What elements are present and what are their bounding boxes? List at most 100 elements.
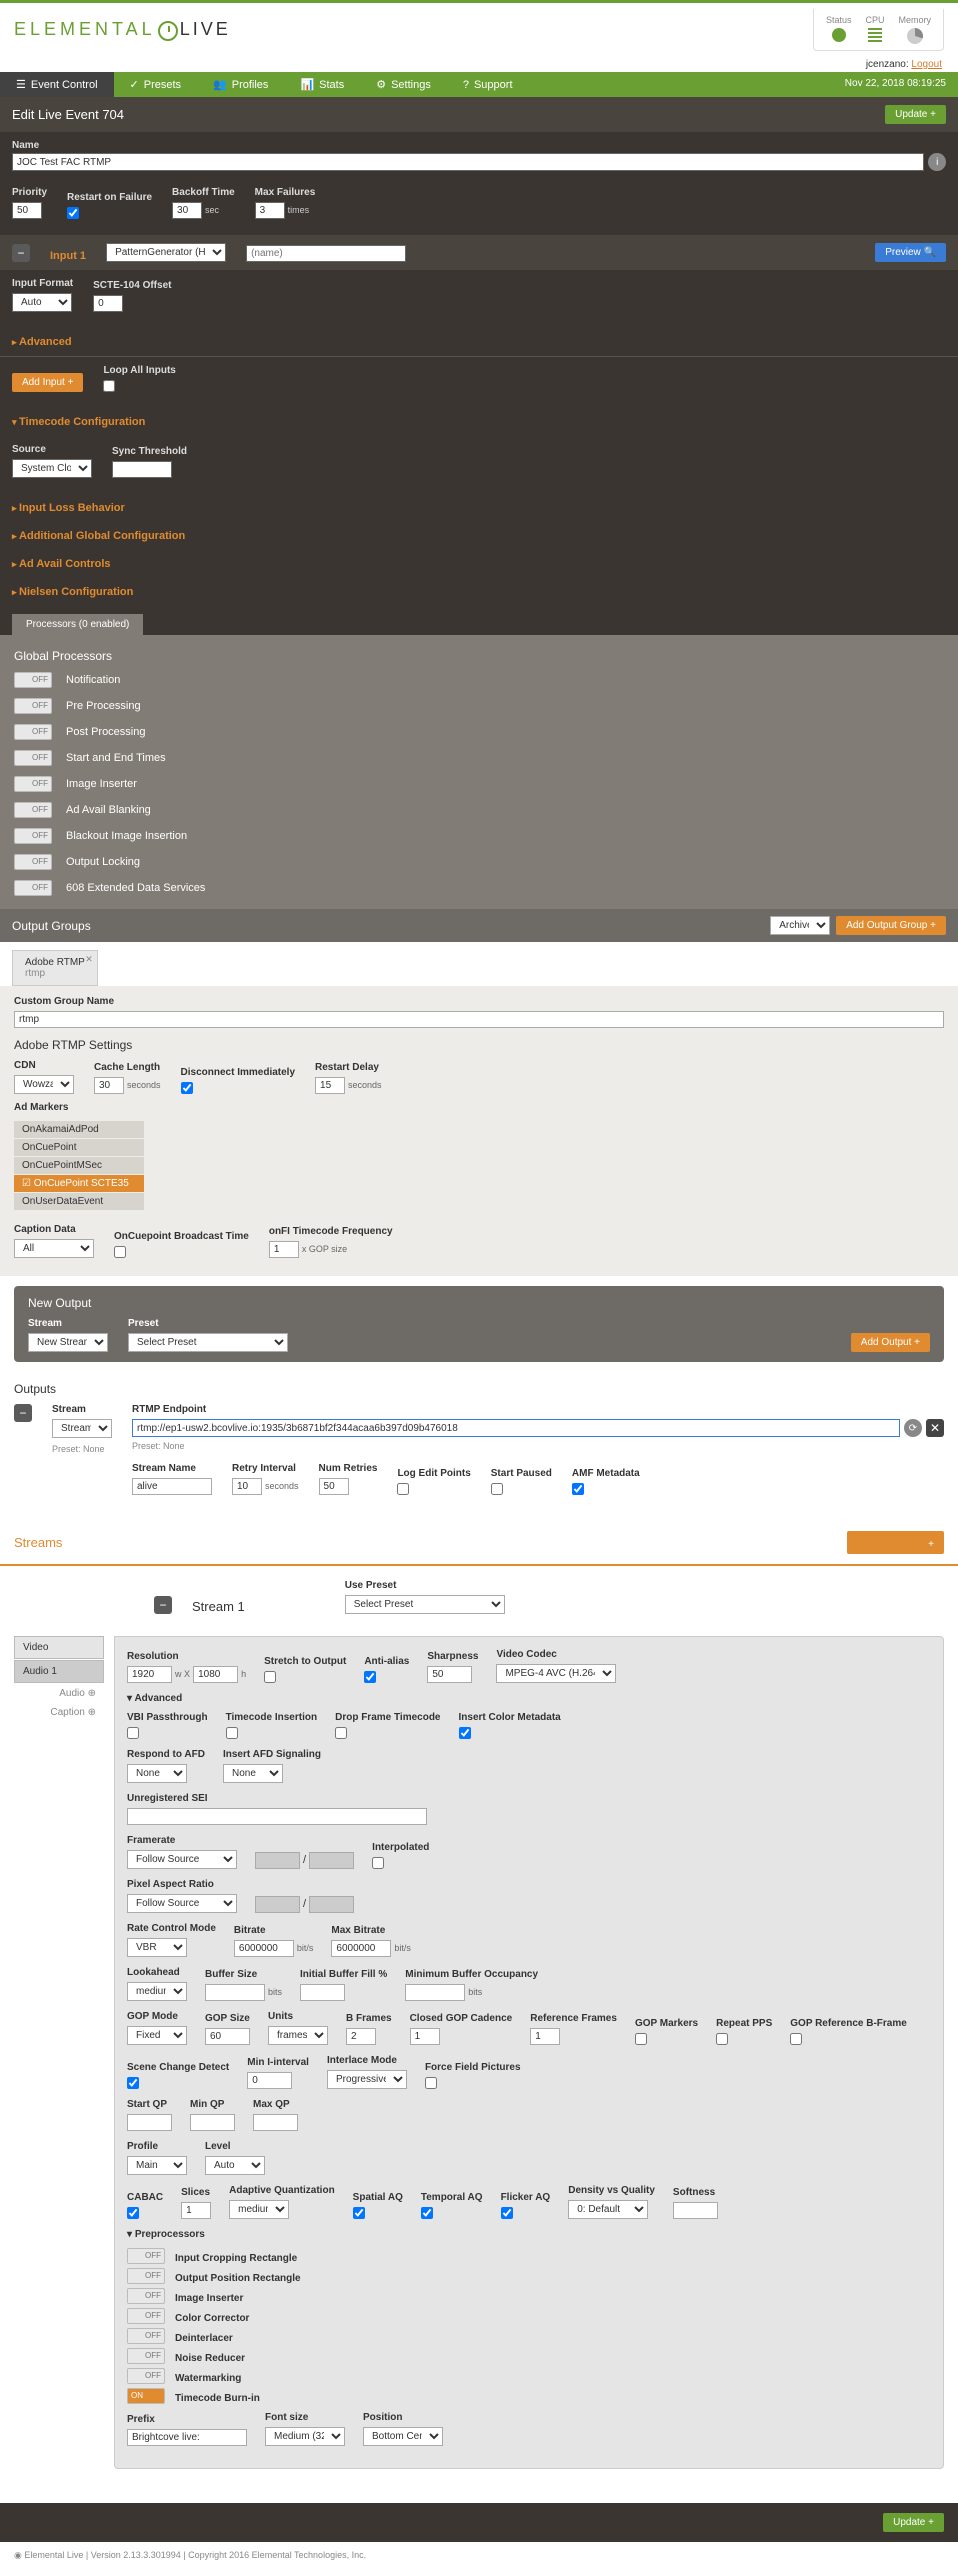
prefix-input[interactable]	[127, 2429, 247, 2446]
gopmode-select[interactable]: Fixed	[127, 2026, 187, 2045]
grbf-checkbox[interactable]	[790, 2033, 802, 2045]
tab-audio1[interactable]: Audio 1	[14, 1660, 104, 1683]
disconnect-checkbox[interactable]	[181, 1082, 193, 1094]
rafd-select[interactable]: None	[127, 1764, 187, 1783]
input-format-select[interactable]: Auto	[12, 293, 72, 312]
num-retries-input[interactable]	[319, 1478, 349, 1495]
tab-settings[interactable]: ⚙ Settings	[360, 72, 447, 97]
toggle-off[interactable]: OFF	[14, 802, 52, 818]
preprocessors-toggle[interactable]: Preprocessors	[127, 2229, 931, 2240]
advanced-video-toggle[interactable]: Advanced	[127, 1693, 931, 1704]
loop-checkbox[interactable]	[103, 380, 115, 392]
toggle-off[interactable]: OFF	[14, 828, 52, 844]
maxfail-input[interactable]	[255, 202, 285, 219]
ad-marker-option[interactable]: OnCuePoint	[14, 1139, 144, 1156]
og-type-select[interactable]: Archive	[770, 916, 830, 935]
collapse-input-icon[interactable]: −	[12, 244, 30, 262]
sp-checkbox[interactable]	[491, 1483, 503, 1495]
cabac-checkbox[interactable]	[127, 2207, 139, 2219]
scte-input[interactable]	[93, 295, 123, 312]
usei-input[interactable]	[127, 1808, 427, 1825]
add-output-button[interactable]: Add Output +	[851, 1333, 930, 1352]
ibf-input[interactable]	[300, 1984, 345, 2001]
tab-event-control[interactable]: ☰ Event Control	[0, 72, 114, 97]
backoff-input[interactable]	[172, 202, 202, 219]
res-h-input[interactable]	[193, 1666, 238, 1683]
cache-input[interactable]	[94, 1077, 124, 1094]
units-select[interactable]: frames	[268, 2026, 328, 2045]
retry-interval-input[interactable]	[232, 1478, 262, 1495]
profile-select[interactable]: Main	[127, 2156, 187, 2175]
tc-sync-input[interactable]	[112, 461, 172, 478]
slices-input[interactable]	[181, 2202, 211, 2219]
delete-icon[interactable]: ✕	[926, 1419, 944, 1437]
toggle-off[interactable]: OFF	[14, 854, 52, 870]
ad-marker-option[interactable]: OnUserDataEvent	[14, 1193, 144, 1210]
level-select[interactable]: Auto	[205, 2156, 265, 2175]
onfi-input[interactable]	[269, 1241, 299, 1258]
tci-checkbox[interactable]	[226, 1727, 238, 1739]
priority-input[interactable]	[12, 202, 42, 219]
input-loss-header[interactable]: Input Loss Behavior	[0, 494, 958, 522]
preview-button[interactable]: Preview 🔍	[875, 243, 946, 262]
faq-checkbox[interactable]	[501, 2207, 513, 2219]
input-source-select[interactable]: PatternGenerator (HD-S	[106, 243, 226, 262]
toggle-off[interactable]: OFF	[14, 880, 52, 896]
caption-data-select[interactable]: All	[14, 1239, 94, 1258]
newout-preset-select[interactable]: Select Preset	[128, 1333, 288, 1352]
softness-input[interactable]	[673, 2202, 718, 2219]
collapse-stream-icon[interactable]: −	[154, 1596, 172, 1614]
bufsize-input[interactable]	[205, 1984, 265, 2001]
dvq-select[interactable]: 0: Default	[568, 2200, 648, 2219]
name-input[interactable]	[12, 153, 924, 171]
rcm-select[interactable]: VBR	[127, 1938, 187, 1957]
preproc-toggle[interactable]: OFF	[127, 2308, 165, 2324]
ad-marker-option[interactable]: OnAkamaiAdPod	[14, 1121, 144, 1138]
add-stream-button[interactable]: Add Stream +	[847, 1531, 944, 1554]
aq-select[interactable]: medium	[229, 2200, 289, 2219]
icm-checkbox[interactable]	[459, 1727, 471, 1739]
scd-checkbox[interactable]	[127, 2077, 139, 2089]
custom-group-name-input[interactable]	[14, 1011, 944, 1028]
ad-marker-option[interactable]: OnCuePointMSec	[14, 1157, 144, 1174]
add-output-group-button[interactable]: Add Output Group +	[836, 916, 946, 935]
preproc-toggle[interactable]: OFF	[127, 2368, 165, 2384]
newout-stream-select[interactable]: New Stream	[28, 1333, 108, 1352]
close-icon[interactable]: ✕	[85, 954, 93, 965]
add-global-config-header[interactable]: Additional Global Configuration	[0, 522, 958, 550]
collapse-output-icon[interactable]: −	[14, 1404, 32, 1422]
input-name-field[interactable]	[246, 245, 406, 262]
res-w-input[interactable]	[127, 1666, 172, 1683]
output-stream-select[interactable]: Stream 1	[52, 1419, 112, 1438]
maxbitrate-input[interactable]	[331, 1940, 391, 1957]
gopsize-input[interactable]	[205, 2028, 250, 2045]
ad-avail-header[interactable]: Ad Avail Controls	[0, 550, 958, 578]
iafd-select[interactable]: None	[223, 1764, 283, 1783]
mii-input[interactable]	[247, 2072, 292, 2089]
rtmp-endpoint-input[interactable]	[132, 1419, 900, 1437]
timecode-config-header[interactable]: Timecode Configuration	[0, 408, 958, 436]
stream-name-input[interactable]	[132, 1478, 212, 1495]
preproc-toggle[interactable]: OFF	[127, 2248, 165, 2264]
maxqp-input[interactable]	[253, 2114, 298, 2131]
aa-checkbox[interactable]	[364, 1671, 376, 1683]
tab-video[interactable]: Video	[14, 1636, 104, 1659]
refresh-icon[interactable]: ⟳	[904, 1419, 922, 1437]
update-button-footer[interactable]: Update +	[883, 2513, 944, 2532]
bitrate-input[interactable]	[234, 1940, 294, 1957]
cgc-input[interactable]	[410, 2028, 440, 2045]
ad-marker-option[interactable]: ☑ OnCuePoint SCTE35	[14, 1175, 144, 1192]
lookahead-select[interactable]: medium	[127, 1982, 187, 2001]
par-den-input[interactable]	[309, 1896, 354, 1913]
nielsen-header[interactable]: Nielsen Configuration	[0, 578, 958, 606]
processors-tab[interactable]: Processors (0 enabled)	[12, 614, 143, 635]
dft-checkbox[interactable]	[335, 1727, 347, 1739]
vbi-checkbox[interactable]	[127, 1727, 139, 1739]
cdn-select[interactable]: Wowza	[14, 1075, 74, 1094]
toggle-off[interactable]: OFF	[14, 672, 52, 688]
logout-link[interactable]: Logout	[911, 59, 942, 70]
rpps-checkbox[interactable]	[716, 2033, 728, 2045]
tab-stats[interactable]: 📊 Stats	[284, 72, 360, 97]
restart-delay-input[interactable]	[315, 1077, 345, 1094]
par-num-input[interactable]	[255, 1896, 300, 1913]
